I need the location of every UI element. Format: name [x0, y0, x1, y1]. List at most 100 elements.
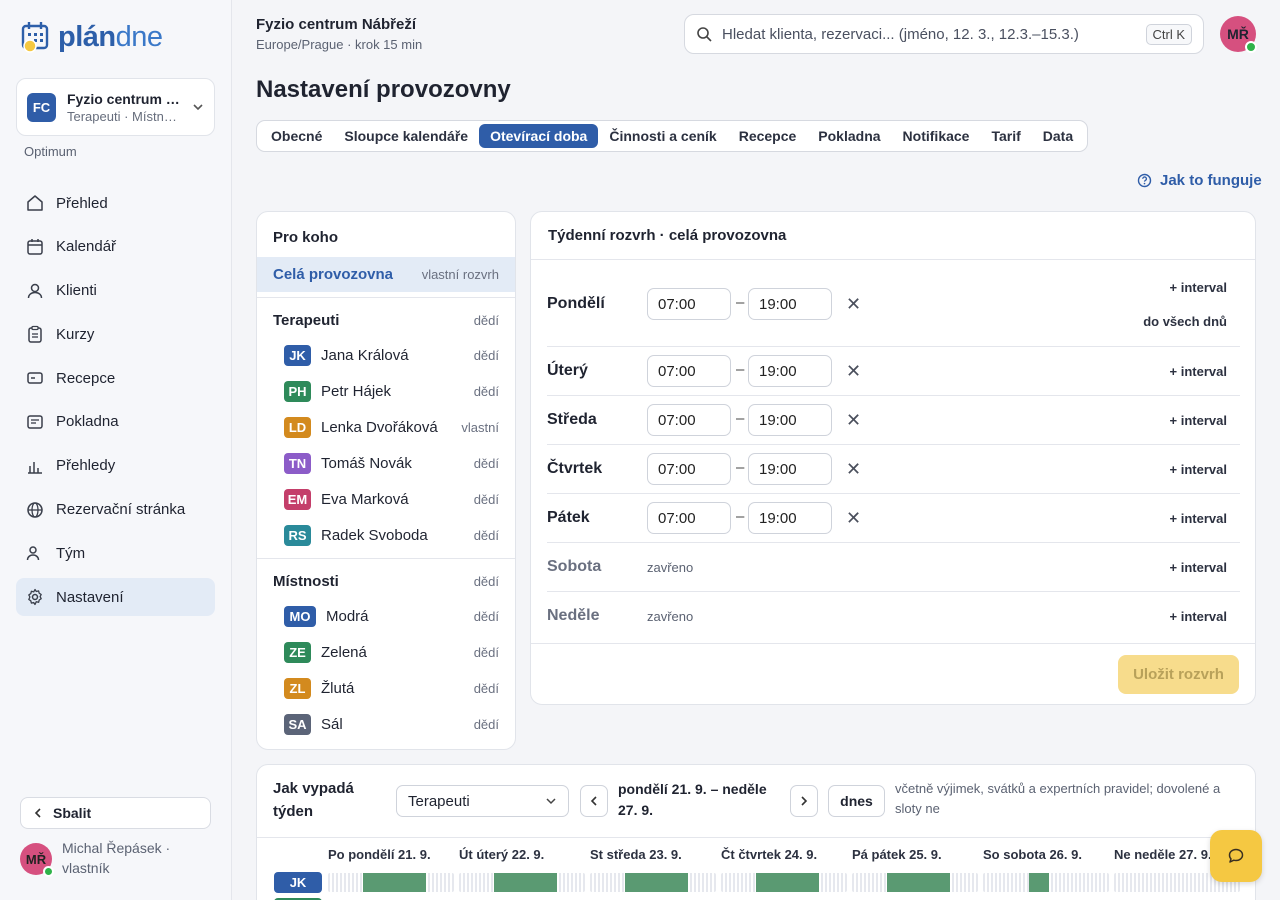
group-label: Terapeuti: [273, 311, 340, 329]
nav-label: Rezervační stránka: [56, 501, 186, 519]
today-button[interactable]: dnes: [828, 785, 885, 817]
chevron-left-icon: [34, 808, 41, 818]
inherit-status: dědí: [473, 608, 499, 624]
help-label: Jak to funguje: [1160, 172, 1262, 189]
collapse-sidebar-button[interactable]: Sbalit: [20, 797, 211, 829]
tab-obecne[interactable]: Obecné: [260, 124, 333, 148]
nav-label: Klienti: [56, 282, 97, 300]
time-to-input[interactable]: 19:00: [748, 453, 832, 485]
add-interval-button[interactable]: + interval: [1170, 511, 1227, 526]
nav-item-kalendar[interactable]: Kalendář: [16, 228, 215, 266]
who-item-therapist[interactable]: PH Petr Hájek dědí: [257, 380, 515, 402]
time-to-input[interactable]: 19:00: [748, 355, 832, 387]
who-item-cela-provozovna[interactable]: Celá provozovna vlastní rozvrh: [257, 257, 515, 292]
search-input[interactable]: [722, 25, 1146, 43]
who-group-mistnosti[interactable]: Místnosti dědí: [257, 570, 515, 592]
remove-interval-icon[interactable]: ✕: [846, 411, 861, 429]
who-group-terapeuti[interactable]: Terapeuti dědí: [257, 309, 515, 331]
initials-badge: EM: [284, 488, 311, 510]
nav-item-recepce[interactable]: Recepce: [16, 359, 215, 397]
initials-badge: PH: [284, 380, 311, 402]
tab-recepce[interactable]: Recepce: [728, 124, 808, 148]
who-item-therapist[interactable]: TN Tomáš Novák dědí: [257, 452, 515, 474]
inherit-status: dědí: [473, 644, 499, 660]
help-link[interactable]: Jak to funguje: [1137, 172, 1262, 189]
next-week-button[interactable]: [790, 785, 818, 817]
nav-item-prehledy[interactable]: Přehledy: [16, 447, 215, 485]
user-profile[interactable]: MŘ Michal Řepásek · vlastník: [20, 838, 182, 878]
time-to-input[interactable]: 19:00: [748, 288, 832, 320]
who-item-therapist[interactable]: LD Lenka Dvořáková vlastní: [257, 416, 515, 438]
nav-item-rezervacni-stranka[interactable]: Rezervační stránka: [16, 491, 215, 529]
nav-label: Tým: [56, 544, 86, 562]
location-subtitle: Europe/Prague · krok 15 min: [256, 37, 423, 52]
room-name: Žlutá: [321, 679, 355, 697]
avatar[interactable]: MŘ: [1220, 16, 1257, 53]
add-interval-button[interactable]: + interval: [1170, 413, 1227, 428]
save-schedule-button[interactable]: Uložit rozvrh: [1118, 655, 1239, 694]
time-from-input[interactable]: 07:00: [647, 502, 731, 534]
time-dash: –: [736, 361, 745, 378]
time-to-input[interactable]: 19:00: [748, 502, 832, 534]
add-interval-button[interactable]: + interval: [1170, 280, 1227, 295]
tab-notifikace[interactable]: Notifikace: [892, 124, 981, 148]
sidebar: plándne FC Fyzio centrum … Terapeuti · M…: [0, 0, 232, 900]
day-name: Sobota: [547, 558, 602, 575]
nav-item-klienti[interactable]: Klienti: [16, 272, 215, 310]
add-interval-button[interactable]: + interval: [1170, 560, 1227, 575]
who-item-room[interactable]: ZE Zelená dědí: [257, 641, 515, 663]
time-from-input[interactable]: 07:00: [647, 288, 731, 320]
day-row-streda: Středa 07:00 – 19:00 ✕ + interval: [547, 396, 1240, 445]
remove-interval-icon[interactable]: ✕: [846, 295, 861, 313]
day-availability-strip: [328, 873, 454, 892]
page-title: Nastavení provozovny: [256, 76, 511, 103]
nav-item-pokladna[interactable]: Pokladna: [16, 403, 215, 441]
initials-badge: TN: [284, 452, 311, 474]
time-from-input[interactable]: 07:00: [647, 404, 731, 436]
week-filter-select[interactable]: Terapeuti: [396, 785, 569, 817]
location-title: Fyzio centrum Nábřeží: [256, 16, 417, 33]
nav-item-prehled[interactable]: Přehled: [16, 184, 215, 222]
tab-oteviraci-doba[interactable]: Otevírací doba: [479, 124, 599, 148]
help-icon: [1137, 173, 1152, 188]
copy-to-all-days-button[interactable]: do všech dnů: [1143, 314, 1227, 329]
tab-pokladna[interactable]: Pokladna: [807, 124, 891, 148]
open-hours-fill: [1029, 873, 1049, 892]
remove-interval-icon[interactable]: ✕: [846, 460, 861, 478]
open-hours-fill: [756, 873, 819, 892]
remove-interval-icon[interactable]: ✕: [846, 362, 861, 380]
who-item-therapist[interactable]: RS Radek Svoboda dědí: [257, 524, 515, 546]
logo[interactable]: plándne: [20, 20, 163, 54]
time-from-input[interactable]: 07:00: [647, 453, 731, 485]
nav-item-nastaveni[interactable]: Nastavení: [16, 578, 215, 617]
tab-tarif[interactable]: Tarif: [980, 124, 1031, 148]
who-item-room[interactable]: SA Sál dědí: [257, 713, 515, 735]
who-item-room[interactable]: ZL Žlutá dědí: [257, 677, 515, 699]
who-item-therapist[interactable]: JK Jana Králová dědí: [257, 344, 515, 366]
tab-cinnosti-a-cenik[interactable]: Činnosti a ceník: [598, 124, 727, 148]
remove-interval-icon[interactable]: ✕: [846, 509, 861, 527]
nav-item-kurzy[interactable]: Kurzy: [16, 315, 215, 353]
day-header: Po pondělí 21. 9.: [328, 847, 431, 862]
week-range: pondělí 21. 9. – neděle 27. 9.: [618, 781, 767, 818]
who-item-therapist[interactable]: EM Eva Marková dědí: [257, 488, 515, 510]
add-interval-button[interactable]: + interval: [1170, 609, 1227, 624]
week-note: včetně výjimek, svátků a expertních prav…: [895, 781, 1221, 816]
prev-week-button[interactable]: [580, 785, 608, 817]
chat-button[interactable]: [1210, 830, 1262, 882]
org-name: Fyzio centrum …: [67, 90, 180, 107]
time-to-input[interactable]: 19:00: [748, 404, 832, 436]
time-from-input[interactable]: 07:00: [647, 355, 731, 387]
nav-item-tym[interactable]: Tým: [16, 534, 215, 572]
add-interval-button[interactable]: + interval: [1170, 364, 1227, 379]
org-switcher[interactable]: FC Fyzio centrum … Terapeuti · Místn…: [16, 78, 215, 136]
open-hours-fill: [887, 873, 950, 892]
search-box[interactable]: Ctrl K: [684, 14, 1204, 54]
tab-data[interactable]: Data: [1032, 124, 1084, 148]
room-name: Sál: [321, 715, 343, 733]
row-badge[interactable]: JK: [274, 872, 322, 893]
who-item-room[interactable]: MO Modrá dědí: [257, 605, 515, 627]
chevron-left-icon: [590, 796, 597, 806]
add-interval-button[interactable]: + interval: [1170, 462, 1227, 477]
tab-sloupce-kalendare[interactable]: Sloupce kalendáře: [333, 124, 479, 148]
